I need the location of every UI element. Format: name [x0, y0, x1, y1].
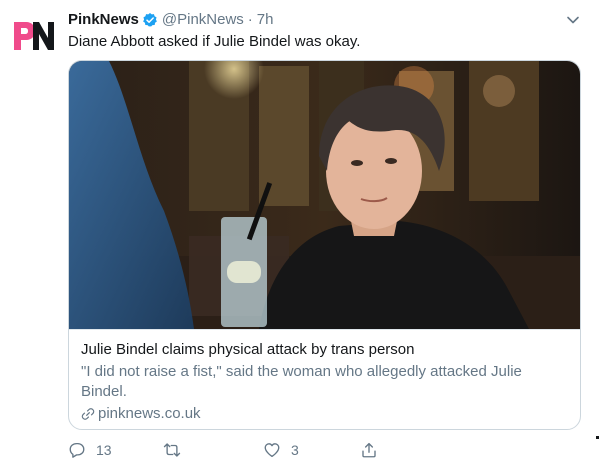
card-domain-text: pinknews.co.uk	[98, 405, 201, 422]
card-description: "I did not raise a fist," said the woman…	[81, 363, 522, 400]
tweet-text: Diane Abbott asked if Julie Bindel was o…	[68, 33, 361, 50]
retweet-button[interactable]	[163, 439, 191, 461]
article-photo[interactable]	[69, 61, 580, 329]
pinknews-logo	[14, 22, 54, 50]
tweet-header: PinkNews @PinkNews · 7h	[68, 10, 273, 30]
verified-badge-icon	[143, 13, 157, 27]
heart-icon	[264, 443, 280, 458]
chevron-down-icon[interactable]	[565, 12, 581, 28]
card-title[interactable]: Julie Bindel claims physical attack by t…	[81, 340, 568, 360]
tweet-timestamp[interactable]: 7h	[257, 10, 274, 30]
share-button[interactable]	[360, 439, 378, 461]
link-preview-card[interactable]: Julie Bindel claims physical attack by t…	[68, 60, 581, 430]
reply-icon	[69, 442, 85, 458]
link-icon	[81, 408, 95, 420]
author-handle[interactable]: @PinkNews	[162, 10, 244, 30]
like-button[interactable]: 3	[263, 439, 299, 461]
share-icon	[362, 442, 376, 458]
tweet[interactable]: PinkNews @PinkNews · 7h Diane Abbott ask…	[0, 0, 600, 473]
card-domain[interactable]: pinknews.co.uk	[81, 404, 568, 424]
tweet-actions: 13 3	[68, 439, 388, 461]
separator-dot: ·	[247, 11, 253, 28]
edge-mark	[596, 436, 599, 439]
reply-count: 13	[96, 442, 112, 458]
card-body[interactable]: Julie Bindel claims physical attack by t…	[69, 329, 580, 429]
author-avatar[interactable]	[12, 20, 56, 52]
like-count: 3	[291, 442, 299, 458]
reply-button[interactable]: 13	[68, 439, 112, 461]
retweet-icon	[163, 443, 181, 457]
author-name[interactable]: PinkNews	[68, 10, 139, 30]
